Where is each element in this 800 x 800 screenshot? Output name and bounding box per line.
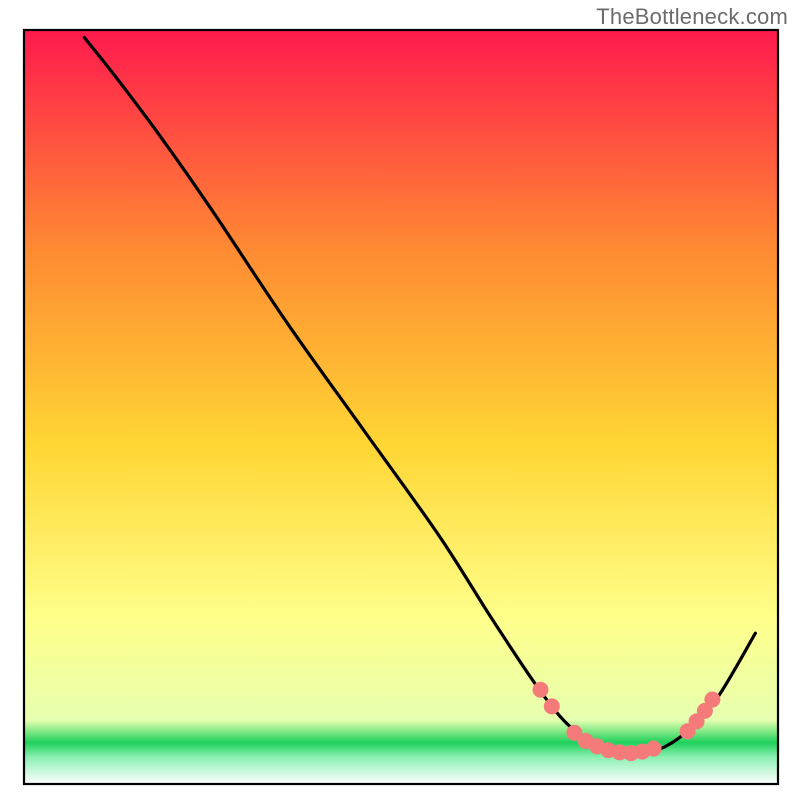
chart-root: TheBottleneck.com <box>0 0 800 800</box>
data-marker <box>704 692 720 708</box>
data-marker <box>646 741 662 757</box>
attribution-label: TheBottleneck.com <box>596 4 788 30</box>
data-marker <box>544 698 560 714</box>
bottleneck-plot <box>0 0 800 800</box>
gradient-background <box>24 30 778 784</box>
data-marker <box>532 682 548 698</box>
